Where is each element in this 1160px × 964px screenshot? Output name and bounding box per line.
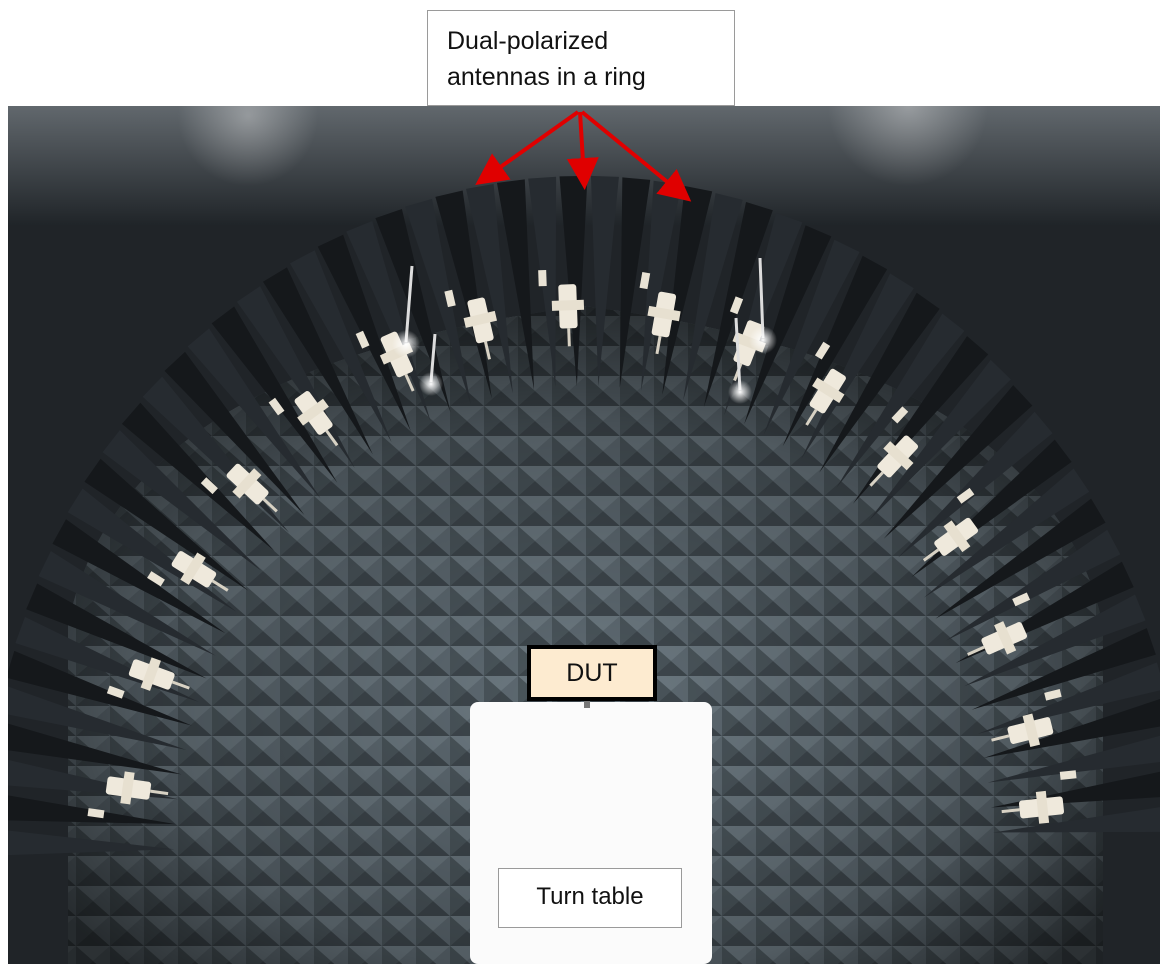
turn-table-callout: Turn table [498, 868, 682, 928]
anechoic-chamber-photo [8, 106, 1160, 964]
antenna-ring-callout: Dual-polarized antennas in a ring [427, 10, 735, 106]
ring-label-line1: Dual-polarized [447, 27, 609, 55]
dut-callout: DUT [527, 645, 657, 701]
ring-label-line2: antennas in a ring [447, 63, 646, 91]
